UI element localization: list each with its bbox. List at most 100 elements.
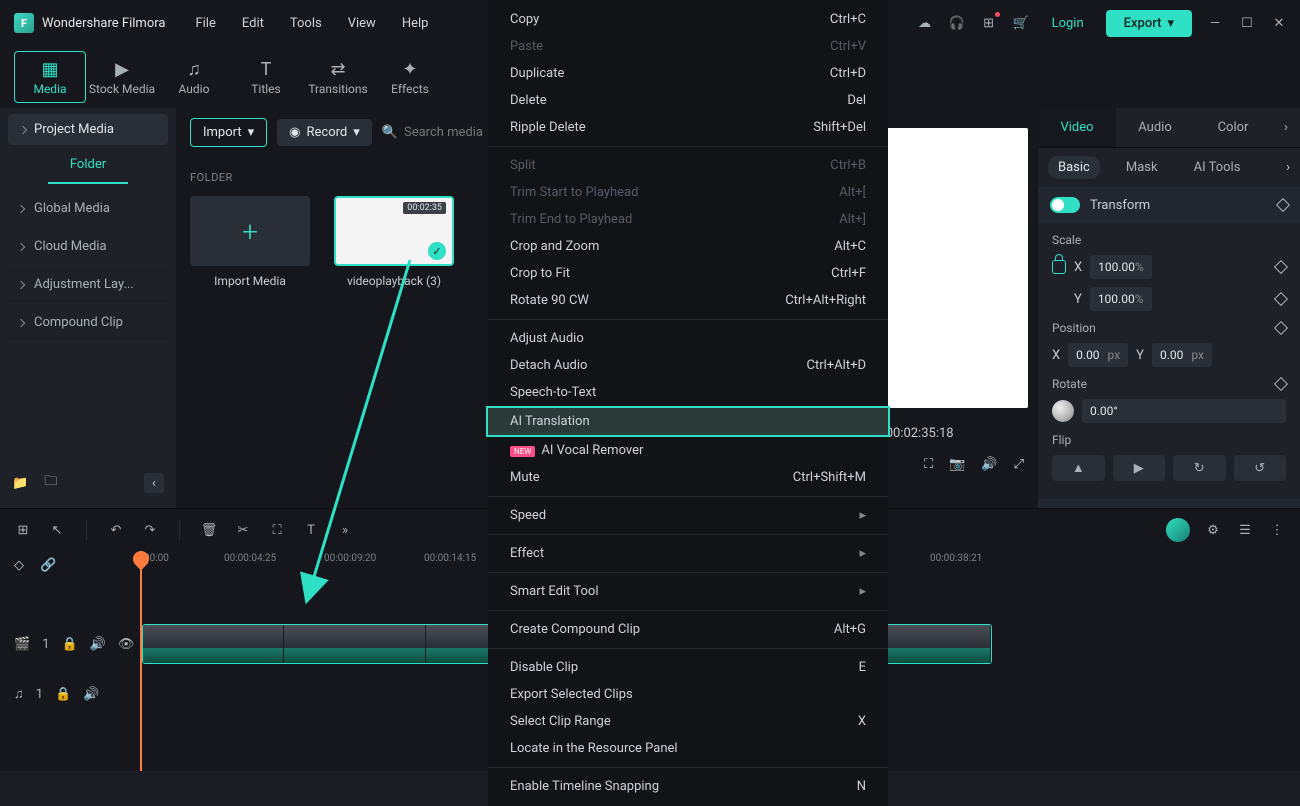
ctx-enable-timeline-snapping[interactable]: Enable Timeline SnappingN	[488, 773, 888, 800]
cut-icon[interactable]: ✂	[234, 523, 252, 538]
redo-icon[interactable]: ↷	[141, 523, 159, 538]
keyframe-icon[interactable]	[1274, 321, 1288, 335]
more-subtabs-icon[interactable]: ›	[1286, 160, 1290, 175]
collapse-icon[interactable]: ‹	[144, 473, 164, 493]
link-icon[interactable]: 🔗	[40, 558, 56, 573]
flip-h-button[interactable]: ▲	[1052, 455, 1105, 481]
settings-icon[interactable]: ⚙	[1204, 523, 1222, 538]
tree-adjustment-layer[interactable]: Adjustment Lay...	[8, 266, 168, 304]
text-icon[interactable]: T	[302, 523, 320, 538]
rotate-ccw-button[interactable]: ↺	[1234, 455, 1287, 481]
eye-icon[interactable]: 👁	[118, 637, 135, 652]
tree-global-media[interactable]: Global Media	[8, 190, 168, 228]
tab-effects[interactable]: ✦Effects	[374, 51, 446, 103]
snapshot-icon[interactable]: 📷	[949, 457, 965, 472]
ctx-effect[interactable]: Effect	[488, 540, 888, 567]
keyframe-icon[interactable]	[1274, 377, 1288, 391]
rotate-input[interactable]: 0.00°	[1082, 399, 1286, 423]
rotate-knob[interactable]	[1052, 400, 1074, 422]
rotate-cw-button[interactable]: ↻	[1173, 455, 1226, 481]
new-folder-icon[interactable]: 📁	[12, 476, 28, 491]
login-button[interactable]: Login	[1044, 12, 1092, 35]
maximize-icon[interactable]: ☐	[1238, 14, 1256, 32]
menu-view[interactable]: View	[348, 16, 376, 31]
keyframe-icon[interactable]	[1274, 292, 1288, 306]
fullscreen-icon[interactable]: ⤢	[1014, 457, 1024, 472]
menu-file[interactable]: File	[195, 16, 215, 31]
mixer-icon[interactable]: ☰	[1236, 523, 1254, 538]
ctx-speed[interactable]: Speed	[488, 502, 888, 529]
headset-icon[interactable]: 🎧	[948, 14, 966, 32]
ctx-crop-to-fit[interactable]: Crop to FitCtrl+F	[488, 260, 888, 287]
ai-avatar-icon[interactable]	[1166, 518, 1190, 542]
cart-icon[interactable]: 🛒	[1012, 14, 1030, 32]
scale-x-input[interactable]: 100.00%	[1090, 255, 1152, 279]
ctx-rotate-90-cw[interactable]: Rotate 90 CWCtrl+Alt+Right	[488, 287, 888, 314]
pos-x-input[interactable]: 0.00px	[1068, 343, 1128, 367]
undo-icon[interactable]: ↶	[107, 523, 125, 538]
proptab-color[interactable]: Color	[1194, 108, 1272, 147]
ctx-mute[interactable]: MuteCtrl+Shift+M	[488, 464, 888, 491]
scale-y-input[interactable]: 100.00%	[1090, 287, 1152, 311]
lock-icon[interactable]	[1052, 260, 1066, 274]
project-media-header[interactable]: Project Media	[8, 114, 168, 145]
ctx-smart-edit-tool[interactable]: Smart Edit Tool	[488, 578, 888, 605]
ctx-adjust-audio[interactable]: Adjust Audio	[488, 325, 888, 352]
ctx-crop-and-zoom[interactable]: Crop and ZoomAlt+C	[488, 233, 888, 260]
proptab-video[interactable]: Video	[1038, 108, 1116, 147]
media-clip-tile[interactable]: 00:02:35 ✓ videoplayback (3)	[334, 196, 454, 288]
ctx-copy[interactable]: CopyCtrl+C	[488, 6, 888, 33]
record-button[interactable]: ◉Record▾	[277, 119, 372, 146]
playhead[interactable]	[140, 551, 142, 771]
lock-track-icon[interactable]: 🔒	[55, 687, 71, 702]
import-media-tile[interactable]: + Import Media	[190, 196, 310, 288]
new-bin-icon[interactable]: 🗀	[44, 472, 57, 494]
mute-track-icon[interactable]: 🔊	[90, 637, 106, 652]
more-icon[interactable]: »	[336, 523, 354, 538]
crop-icon[interactable]: ⛶	[268, 523, 286, 538]
export-button[interactable]: Export▾	[1106, 10, 1192, 37]
tab-stock[interactable]: ▶Stock Media	[86, 51, 158, 103]
ctx-select-clip-range[interactable]: Select Clip RangeX	[488, 708, 888, 735]
transform-toggle[interactable]	[1050, 197, 1080, 213]
tree-cloud-media[interactable]: Cloud Media	[8, 228, 168, 266]
flip-v-button[interactable]: ▶	[1113, 455, 1166, 481]
section-transform[interactable]: Transform	[1038, 187, 1300, 223]
mute-track-icon[interactable]: 🔊	[83, 687, 99, 702]
ctx-ai-vocal-remover[interactable]: NEWAI Vocal Remover	[488, 437, 888, 464]
import-button[interactable]: Import▾	[190, 118, 267, 147]
menu-tools[interactable]: Tools	[290, 16, 322, 31]
apps-icon[interactable]: ⊞	[980, 14, 998, 32]
marker-icon[interactable]: ◇	[14, 558, 24, 573]
ctx-locate-in-the-resource-panel[interactable]: Locate in the Resource Panel	[488, 735, 888, 762]
lock-track-icon[interactable]: 🔒	[62, 637, 78, 652]
cloud-icon[interactable]: ☁	[916, 14, 934, 32]
volume-icon[interactable]: 🔊	[981, 457, 997, 472]
ctx-disable-clip[interactable]: Disable ClipE	[488, 654, 888, 681]
subtab-mask[interactable]: Mask	[1116, 156, 1168, 179]
options-icon[interactable]: ⋮	[1268, 523, 1286, 538]
minimize-icon[interactable]: —	[1206, 14, 1224, 32]
tab-transitions[interactable]: ⇄Transitions	[302, 51, 374, 103]
ctx-ai-translation[interactable]: AI Translation	[486, 406, 890, 437]
ctx-delete[interactable]: DeleteDel	[488, 87, 888, 114]
ctx-duplicate[interactable]: DuplicateCtrl+D	[488, 60, 888, 87]
tab-media[interactable]: ▦Media	[14, 51, 86, 103]
ctx-speech-to-text[interactable]: Speech-to-Text	[488, 379, 888, 406]
ctx-ripple-delete[interactable]: Ripple DeleteShift+Del	[488, 114, 888, 141]
section-compositing[interactable]: Compositing	[1038, 499, 1300, 508]
tab-audio[interactable]: ♫Audio	[158, 51, 230, 103]
more-tabs-icon[interactable]: ›	[1272, 120, 1300, 135]
subtab-ai-tools[interactable]: AI Tools	[1184, 156, 1251, 179]
menu-edit[interactable]: Edit	[242, 16, 264, 31]
pointer-icon[interactable]: ↖	[48, 523, 66, 538]
ctx-detach-audio[interactable]: Detach AudioCtrl+Alt+D	[488, 352, 888, 379]
proptab-audio[interactable]: Audio	[1116, 108, 1194, 147]
folder-tab[interactable]: Folder	[48, 145, 128, 184]
display-icon[interactable]: ⛶	[924, 457, 933, 472]
tree-compound-clip[interactable]: Compound Clip	[8, 304, 168, 342]
tab-titles[interactable]: TTitles	[230, 51, 302, 103]
ctx-create-compound-clip[interactable]: Create Compound ClipAlt+G	[488, 616, 888, 643]
subtab-basic[interactable]: Basic	[1048, 156, 1100, 179]
delete-icon[interactable]: 🗑	[200, 523, 218, 538]
